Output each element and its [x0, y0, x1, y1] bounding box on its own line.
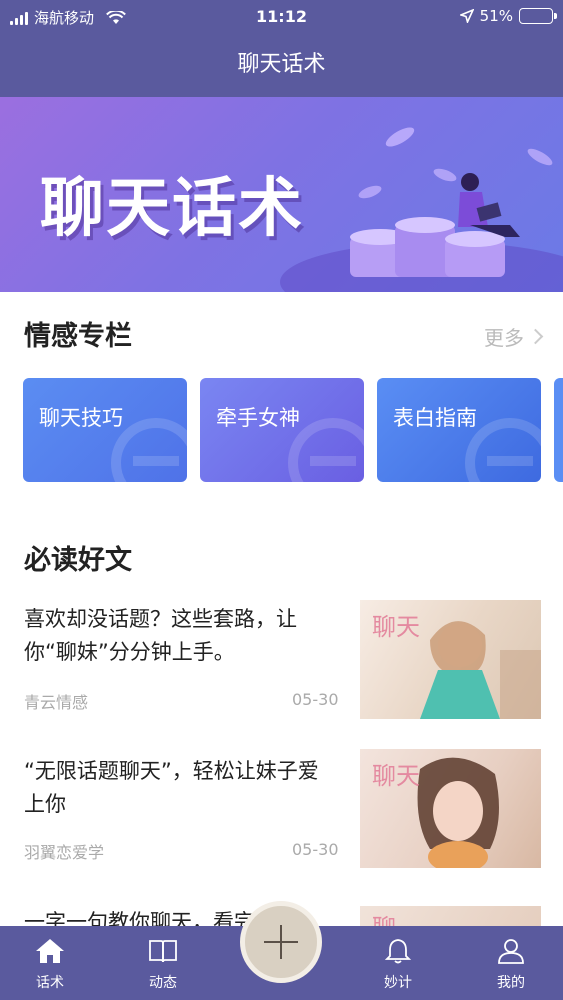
card-chat-skills[interactable]: 聊天技巧 [23, 378, 187, 482]
bell-icon [384, 939, 412, 964]
page-title: 聊天话术 [237, 52, 326, 77]
tab-wode[interactable]: 我的 [471, 926, 551, 1000]
section-title-emotion: 情感专栏 [24, 321, 132, 352]
thumbnail-text: 聊天 [372, 762, 420, 790]
article-source: 青云情感 [24, 693, 89, 712]
article-thumbnail: 聊天 [360, 600, 541, 719]
article-title: “无限话题聊天”，轻松让妹子爱上你 [24, 759, 319, 816]
banner-title: 聊天话术 [40, 172, 304, 246]
article-item[interactable]: 喜欢却没话题？这些套路，让你“聊妹”分分钟上手。 青云情感 05-30 聊天 [24, 600, 541, 723]
tab-label: 我的 [497, 975, 525, 991]
more-link[interactable]: 更多 [484, 322, 544, 351]
book-icon [149, 940, 177, 963]
tab-miaoji[interactable]: 妙计 [358, 926, 438, 1000]
battery-percent: 51% [479, 7, 513, 25]
section-title-articles: 必读好文 [24, 545, 132, 576]
card-label: 牵手女神 [216, 406, 300, 430]
card-confession-guide[interactable]: 表白指南 [377, 378, 541, 482]
tab-label: 动态 [149, 975, 177, 991]
article-thumbnail: 聊天 [360, 749, 541, 868]
status-bar: 海航移动 11:12 51% [0, 0, 563, 34]
more-label: 更多 [484, 326, 524, 350]
tab-huashu[interactable]: 话术 [10, 926, 90, 1000]
add-button[interactable] [240, 901, 322, 983]
tab-label: 话术 [36, 975, 64, 991]
article-source: 羽翼恋爱学 [24, 843, 105, 862]
user-icon [498, 939, 524, 964]
article-date: 05-30 [292, 690, 339, 709]
thumbnail-text: 聊天 [372, 613, 420, 641]
article-item[interactable]: “无限话题聊天”，轻松让妹子爱上你 羽翼恋爱学 05-30 聊天 [24, 749, 541, 875]
battery-icon [519, 8, 557, 24]
chevron-right-icon [527, 328, 544, 345]
card-label: 表白指南 [393, 406, 477, 430]
top-bar: 海航移动 11:12 51% 聊天话术 [0, 0, 563, 97]
tab-label: 妙计 [384, 975, 412, 991]
location-arrow-icon [459, 9, 474, 23]
card-hold-hands[interactable]: 牵手女神 [200, 378, 364, 482]
home-icon [36, 939, 64, 963]
hero-banner[interactable]: 聊天话术 [0, 97, 563, 292]
card-label: 聊天技巧 [39, 406, 123, 430]
article-date: 05-30 [292, 840, 339, 859]
article-title: 喜欢却没话题？这些套路，让你“聊妹”分分钟上手。 [24, 607, 297, 664]
tab-dongtai[interactable]: 动态 [123, 926, 203, 1000]
card-partial[interactable] [554, 378, 563, 482]
